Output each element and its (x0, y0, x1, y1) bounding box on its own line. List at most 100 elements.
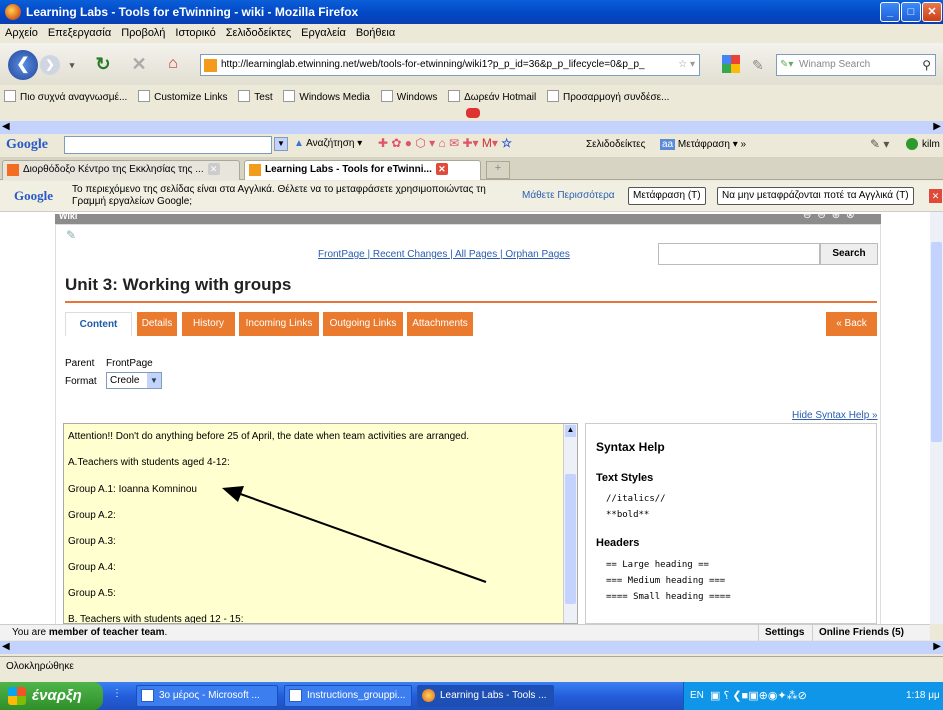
editor-scrollbar[interactable]: ▲ (563, 424, 577, 623)
menu-edit[interactable]: Επεξεργασία (43, 24, 116, 39)
bookmark-customize-links[interactable]: Customize Links (138, 90, 227, 103)
bookmark-hotmail[interactable]: Δωρεάν Hotmail (448, 90, 536, 103)
gmail-icon: M (481, 136, 492, 150)
taskbar-instructions-document[interactable]: Instructions_grouppi... (284, 685, 412, 707)
tray-icons[interactable]: ▣ ⸮ ❮■▣⊕◉✦⁂⊘ (710, 689, 807, 702)
site-favicon-icon (249, 164, 261, 176)
scroll-left-icon[interactable]: ◀ (2, 121, 10, 132)
minimize-button[interactable]: _ (880, 2, 900, 22)
never-translate-button[interactable]: Να μην μεταφράζονται ποτέ τα Αγγλικά (T) (717, 187, 914, 205)
bookmark-windows-media[interactable]: Windows Media (283, 90, 370, 103)
hide-syntax-help-link[interactable]: Hide Syntax Help » (792, 410, 878, 421)
wrench-icon[interactable]: ✎ ▾ (870, 137, 889, 151)
back-button[interactable]: « Back (826, 312, 877, 336)
format-select[interactable]: Creole ▼ (106, 372, 162, 389)
language-indicator[interactable]: EN (690, 690, 704, 701)
wiki-search-input[interactable] (658, 243, 820, 265)
editor-line: Attention!! Don't do anything before 25 … (68, 431, 470, 442)
menu-tools[interactable]: Εργαλεία (296, 24, 351, 39)
toolbar-buttons-icon[interactable]: ✚ ✿ ● ⬡ ▾ ⌂ ✉ ✚▾ M▾ ☆ (378, 136, 512, 150)
reload-icon[interactable]: ↻ (92, 53, 114, 75)
star-bookmark-icon[interactable]: ☆ ▾ (678, 55, 695, 75)
wrench-icon[interactable]: ✎ (66, 228, 76, 242)
google-dropdown-icon[interactable]: ▼ (274, 137, 288, 151)
portlet-controls-icon[interactable]: ⊖⊖⊕⊗ (803, 212, 861, 221)
parent-value[interactable]: FrontPage (106, 358, 153, 369)
menu-file[interactable]: Αρχείο (0, 24, 43, 39)
translate-button[interactable]: Μετάφραση (T) (628, 187, 706, 205)
tab-details[interactable]: Details (137, 312, 177, 336)
taskbar-word-document[interactable]: 3ο μέρος - Microsoft ... (136, 685, 278, 707)
addon-icon[interactable] (466, 108, 480, 118)
page-icon (238, 90, 251, 102)
tab-history[interactable]: History (182, 312, 235, 336)
scroll-thumb[interactable] (565, 474, 576, 604)
wiki-navigation-links[interactable]: FrontPage | Recent Changes | All Pages |… (318, 249, 570, 260)
home-icon[interactable]: ⌂ (162, 53, 184, 75)
google-translate-button[interactable]: aa Μετάφραση ▾ » (660, 139, 746, 150)
bookmark-most-visited[interactable]: Πιο συχνά αναγνωσμέ... (4, 90, 127, 103)
site-favicon-icon (204, 59, 217, 72)
stop-icon[interactable]: ✕ (128, 53, 150, 75)
tab-close-icon[interactable]: ✕ (207, 163, 220, 176)
title-divider (65, 301, 877, 303)
new-tab-icon[interactable]: + (486, 161, 510, 179)
friends-bar: You are member of teacher team. Settings… (0, 624, 930, 641)
bookmark-test[interactable]: Test (238, 90, 273, 103)
syntax-italics: //italics// (606, 494, 666, 504)
menu-history[interactable]: Ιστορικό (170, 24, 220, 39)
chevron-down-icon: ▼ (147, 373, 161, 388)
google-bookmarks-button[interactable]: Σελιδοδείκτες (586, 139, 645, 150)
tab-attachments[interactable]: Attachments (407, 312, 473, 336)
page-content: Wiki ⊖⊖⊕⊗ ✎ FrontPage | Recent Changes |… (0, 212, 930, 624)
start-button[interactable]: έναρξη (0, 682, 103, 710)
tab-incoming-links[interactable]: Incoming Links (239, 312, 319, 336)
menu-bookmarks[interactable]: Σελιδοδείκτες (221, 24, 296, 39)
winamp-engine-icon[interactable]: ✎▾ (780, 55, 793, 75)
scroll-thumb[interactable] (931, 242, 942, 442)
history-dropdown-icon[interactable]: ▾ (66, 57, 78, 73)
firefox-icon (5, 4, 21, 20)
wiki-search-button[interactable]: Search (820, 243, 878, 265)
format-label: Format (65, 376, 97, 387)
back-arrow-icon[interactable]: ❮ (8, 50, 38, 80)
bookmark-windows[interactable]: Windows (380, 90, 437, 103)
tab-learning-labs[interactable]: Learning Labs - Tools for eTwinni... ✕ (244, 160, 481, 180)
maximize-button[interactable]: □ (901, 2, 921, 22)
taskbar-firefox-window[interactable]: Learning Labs - Tools ... (417, 685, 554, 707)
forward-arrow-icon[interactable]: ❯ (40, 55, 60, 75)
tab-close-icon[interactable]: ✕ (435, 163, 448, 176)
vertical-scrollbar[interactable] (930, 212, 943, 624)
menu-help[interactable]: Βοήθεια (351, 24, 400, 39)
wand-icon[interactable]: ✎ (752, 57, 764, 74)
page-icon (448, 90, 461, 102)
scroll-right-icon[interactable]: ▶ (933, 641, 941, 652)
google-search-field[interactable] (64, 136, 272, 154)
menu-view[interactable]: Προβολή (116, 24, 170, 39)
tab-outgoing-links[interactable]: Outgoing Links (323, 312, 403, 336)
scroll-up-icon[interactable]: ▲ (565, 425, 576, 437)
browser-status-bar: Ολοκληρώθηκε (0, 656, 943, 678)
close-translate-icon[interactable]: ✕ (929, 189, 942, 203)
google-search-button[interactable]: ▲ Αναζήτηση ▾ (294, 138, 362, 149)
bookmark-customize[interactable]: Προσαρμογή συνδέσε... (547, 90, 669, 103)
headers-heading: Headers (596, 537, 640, 549)
syntax-bold: **bold** (606, 510, 650, 520)
settings-button[interactable]: Settings (758, 625, 810, 641)
tab-content[interactable]: Content (65, 312, 132, 336)
search-icon[interactable]: ⚲ (922, 55, 931, 75)
scroll-right-icon[interactable]: ▶ (933, 121, 941, 132)
syntax-small-heading: ==== Small heading ==== (606, 592, 731, 602)
scroll-left-icon[interactable]: ◀ (2, 641, 10, 652)
search-engine-box[interactable]: ✎▾ Winamp Search ⚲ (776, 54, 936, 76)
address-bar[interactable]: http://learninglab.etwinning.net/web/too… (200, 54, 700, 76)
online-friends-button[interactable]: Online Friends (5) (812, 625, 910, 641)
account-name[interactable]: kilm (922, 139, 940, 150)
tab-orthodox-center[interactable]: Διορθόδοξο Κέντρο της Εκκλησίας της ... ✕ (2, 160, 240, 180)
apps-grid-icon[interactable] (722, 55, 740, 73)
word-icon (141, 689, 154, 702)
close-button[interactable]: ✕ (922, 2, 942, 22)
page-horizontal-scrollbar[interactable]: ◀ ▶ (0, 641, 943, 654)
horizontal-scrollbar[interactable]: ◀ ▶ (0, 121, 943, 134)
learn-more-link[interactable]: Μάθετε Περισσότερα (522, 190, 615, 201)
